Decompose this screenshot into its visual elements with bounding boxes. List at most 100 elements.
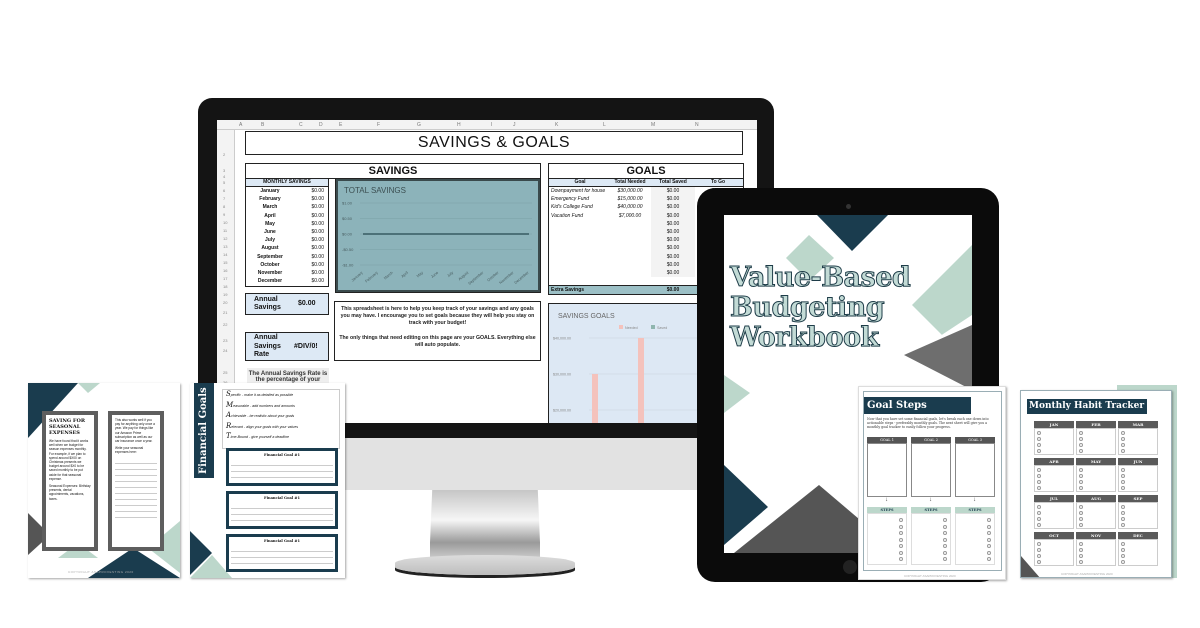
row-header[interactable]: 25 xyxy=(223,370,227,375)
row-header[interactable]: 23 xyxy=(223,338,227,343)
row-header[interactable]: 21 xyxy=(223,310,227,315)
column-header[interactable]: M xyxy=(651,122,655,128)
row-header[interactable]: 11 xyxy=(223,228,227,233)
goal-name[interactable]: Downpayment for house xyxy=(549,187,609,195)
step-checkbox[interactable] xyxy=(943,550,947,555)
row-header[interactable]: 8 xyxy=(223,204,225,209)
row-header[interactable]: 14 xyxy=(223,252,227,257)
column-header[interactable]: C xyxy=(299,122,303,128)
month-value[interactable]: $0.00 xyxy=(294,253,324,261)
column-header[interactable]: L xyxy=(603,122,606,128)
row-header[interactable]: 18 xyxy=(223,284,227,289)
month-value[interactable]: $0.00 xyxy=(294,261,324,269)
goal-box[interactable] xyxy=(867,443,907,497)
step-checkbox[interactable] xyxy=(899,544,903,548)
column-header[interactable]: A xyxy=(239,122,242,128)
step-checkbox[interactable] xyxy=(987,557,991,561)
column-header[interactable]: F xyxy=(377,122,380,128)
step-checkbox[interactable] xyxy=(899,550,903,555)
goal-name[interactable]: Emergency Fund xyxy=(549,195,609,203)
goal-steps-title: Goal Steps xyxy=(864,397,971,414)
step-checkbox[interactable] xyxy=(987,550,991,555)
month-value[interactable]: $0.00 xyxy=(294,220,324,228)
row-header[interactable]: 7 xyxy=(223,196,225,201)
row-header[interactable]: 22 xyxy=(223,322,227,327)
step-checkbox[interactable] xyxy=(899,531,903,535)
goal-name[interactable] xyxy=(549,269,609,277)
home-button[interactable] xyxy=(843,560,857,574)
goal-name[interactable] xyxy=(549,236,609,244)
row-header[interactable]: 19 xyxy=(223,292,227,297)
goal-name[interactable] xyxy=(549,220,609,228)
month-value[interactable]: $0.00 xyxy=(294,195,324,203)
month-value[interactable]: $0.00 xyxy=(294,244,324,252)
step-checkbox[interactable] xyxy=(987,537,991,542)
goal-name[interactable] xyxy=(549,244,609,252)
goal-name[interactable]: Vacation Fund xyxy=(549,212,609,220)
step-checkbox[interactable] xyxy=(899,557,903,561)
step-checkbox[interactable] xyxy=(899,518,903,522)
step-checkbox[interactable] xyxy=(987,524,991,529)
month-value[interactable]: $0.00 xyxy=(294,277,324,285)
row-header[interactable]: 2 xyxy=(223,152,225,157)
goal-box[interactable] xyxy=(911,443,951,497)
goal-needed[interactable]: $7,000.00 xyxy=(609,212,651,220)
step-checkbox[interactable] xyxy=(987,518,991,522)
goal-needed[interactable] xyxy=(609,236,651,244)
goal-box[interactable] xyxy=(955,443,995,497)
month-value[interactable]: $0.00 xyxy=(294,228,324,236)
step-checkbox[interactable] xyxy=(987,544,991,548)
month-value[interactable]: $0.00 xyxy=(294,212,324,220)
step-checkbox[interactable] xyxy=(899,537,903,542)
goal-name[interactable] xyxy=(549,253,609,261)
column-header[interactable]: D xyxy=(319,122,323,128)
goal-needed[interactable] xyxy=(609,220,651,228)
goal-needed[interactable] xyxy=(609,244,651,252)
row-header[interactable]: 9 xyxy=(223,212,225,217)
month-value[interactable]: $0.00 xyxy=(294,269,324,277)
month-value[interactable]: $0.00 xyxy=(294,187,324,195)
row-header[interactable]: 16 xyxy=(223,268,227,273)
column-header[interactable]: I xyxy=(491,122,492,128)
row-header[interactable]: 15 xyxy=(223,260,227,265)
step-checkbox[interactable] xyxy=(943,544,947,548)
column-header[interactable]: K xyxy=(555,122,558,128)
goal-name[interactable] xyxy=(549,261,609,269)
row-header[interactable]: 17 xyxy=(223,276,227,281)
goal-needed[interactable] xyxy=(609,269,651,277)
goal-needed[interactable] xyxy=(609,228,651,236)
step-checkbox[interactable] xyxy=(943,518,947,522)
step-checkbox[interactable] xyxy=(943,557,947,561)
column-header[interactable]: J xyxy=(513,122,516,128)
row-header[interactable]: 24 xyxy=(223,348,227,353)
column-header[interactable]: E xyxy=(339,122,342,128)
row-header[interactable]: 13 xyxy=(223,244,227,249)
goal-needed[interactable] xyxy=(609,253,651,261)
step-checkbox[interactable] xyxy=(899,524,903,529)
goal-needed[interactable]: $40,000.00 xyxy=(609,203,651,211)
step-checkbox[interactable] xyxy=(943,524,947,529)
column-header[interactable]: B xyxy=(261,122,264,128)
row-header[interactable]: 4 xyxy=(223,174,225,179)
row-header[interactable]: 20 xyxy=(223,300,227,305)
step-checkbox[interactable] xyxy=(943,531,947,535)
row-header[interactable]: 5 xyxy=(223,180,225,185)
step-checkbox[interactable] xyxy=(943,537,947,542)
row-header[interactable]: 3 xyxy=(223,168,225,173)
step-checkbox[interactable] xyxy=(987,531,991,535)
goal-needed[interactable]: $30,000.00 xyxy=(609,187,651,195)
y-tick-label: $30,000.00 xyxy=(553,373,571,377)
goal-needed[interactable] xyxy=(609,261,651,269)
row-header[interactable]: 6 xyxy=(223,188,225,193)
month-value[interactable]: $0.00 xyxy=(294,236,324,244)
row-header[interactable]: 10 xyxy=(223,220,227,225)
column-header[interactable]: H xyxy=(457,122,461,128)
column-header[interactable]: N xyxy=(695,122,699,128)
month-value[interactable]: $0.00 xyxy=(294,203,324,211)
goal-name[interactable] xyxy=(549,228,609,236)
goal-name[interactable]: Kid's College Fund xyxy=(549,203,609,211)
seasonal-footer: COPYRIGHT ASAPROVESTING 2020 xyxy=(68,570,134,574)
goal-needed[interactable]: $15,000.00 xyxy=(609,195,651,203)
column-header[interactable]: G xyxy=(417,122,421,128)
row-header[interactable]: 12 xyxy=(223,236,227,241)
